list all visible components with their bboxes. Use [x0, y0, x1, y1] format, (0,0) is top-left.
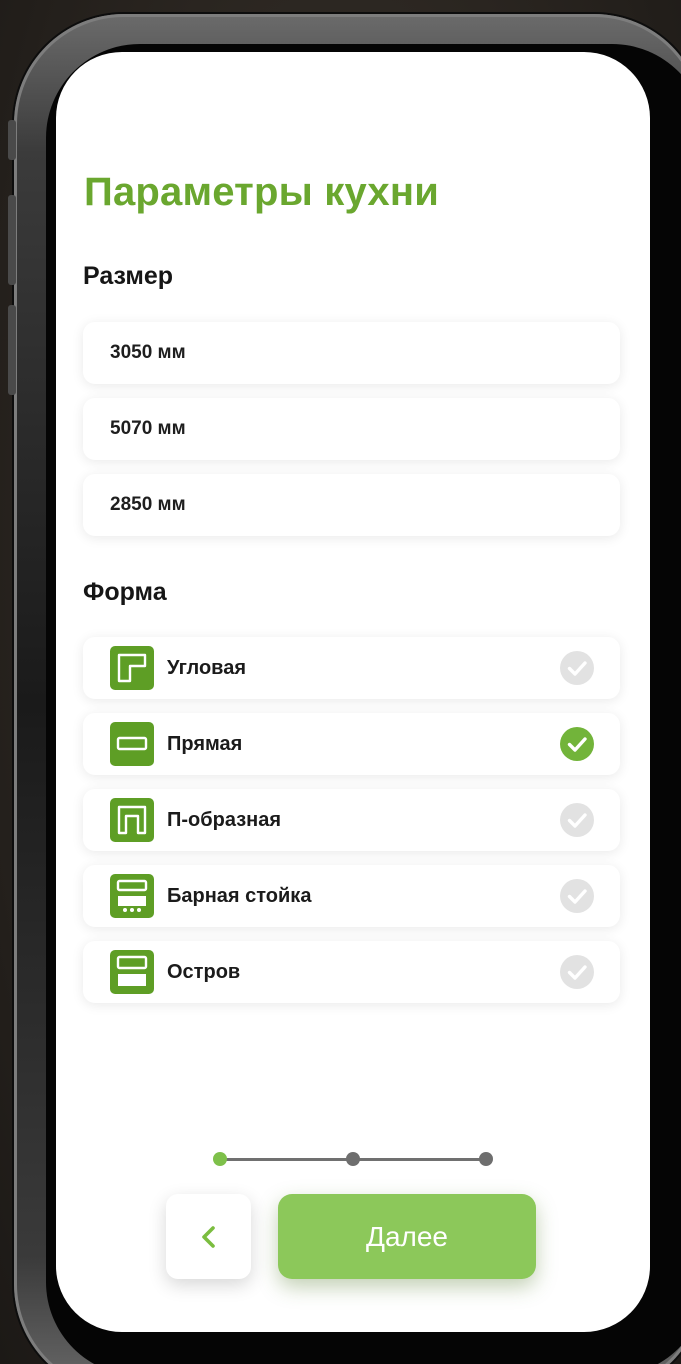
next-button[interactable]: Далее	[278, 1194, 536, 1279]
check-icon	[560, 803, 594, 837]
step-dot-2	[346, 1152, 360, 1166]
shape-section-label: Форма	[83, 578, 167, 606]
shape-label-straight: Прямая	[167, 732, 243, 755]
size-section-label: Размер	[83, 262, 174, 290]
size-field-1[interactable]: 3050 мм	[83, 322, 620, 384]
shape-option-corner[interactable]: Угловая	[83, 637, 620, 699]
size-field-2[interactable]: 5070 мм	[83, 398, 620, 460]
check-icon	[560, 651, 594, 685]
app-screen: Параметры кухни Размер 3050 мм 5070 мм 2…	[56, 52, 650, 1332]
straight-kitchen-icon	[110, 722, 154, 766]
check-icon	[560, 879, 594, 913]
step-dot-1	[213, 1152, 227, 1166]
volume-down-button	[8, 305, 16, 395]
shape-option-straight[interactable]: Прямая	[83, 713, 620, 775]
size-field-3[interactable]: 2850 мм	[83, 474, 620, 536]
u-shaped-kitchen-icon	[110, 798, 154, 842]
check-icon-selected	[560, 727, 594, 761]
mute-switch	[8, 120, 16, 160]
island-kitchen-icon	[110, 950, 154, 994]
shape-option-u-shaped[interactable]: П-образная	[83, 789, 620, 851]
bar-counter-icon	[110, 874, 154, 918]
step-dot-3	[479, 1152, 493, 1166]
page-title: Параметры кухни	[84, 170, 440, 214]
step-progress	[213, 1152, 493, 1166]
shape-label-bar-counter: Барная стойка	[167, 884, 312, 907]
corner-kitchen-icon	[110, 646, 154, 690]
check-icon	[560, 955, 594, 989]
shape-option-bar-counter[interactable]: Барная стойка	[83, 865, 620, 927]
shape-label-island: Остров	[167, 960, 241, 983]
shape-label-u-shaped: П-образная	[167, 808, 282, 831]
volume-up-button	[8, 195, 16, 285]
chevron-left-icon	[201, 1225, 215, 1248]
shape-option-island[interactable]: Остров	[83, 941, 620, 1003]
shape-label-corner: Угловая	[167, 656, 246, 679]
back-button[interactable]	[166, 1194, 251, 1279]
